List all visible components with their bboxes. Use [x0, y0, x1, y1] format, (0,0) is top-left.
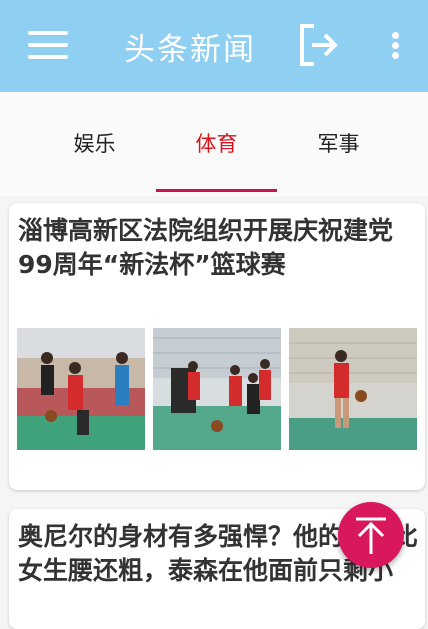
- scroll-to-top-button[interactable]: [338, 502, 404, 568]
- scroll-to-top-icon: [356, 517, 386, 554]
- logout-icon[interactable]: [298, 22, 340, 68]
- tab-military[interactable]: 军事: [278, 128, 399, 158]
- tab-sports[interactable]: 体育: [156, 128, 277, 158]
- news-card[interactable]: 淄博高新区法院组织开展庆祝建党99周年“新法杯”篮球赛: [9, 203, 425, 490]
- active-tab-indicator: [156, 189, 277, 192]
- app-bar: 头条新闻: [0, 0, 428, 92]
- more-vertical-icon[interactable]: [384, 26, 408, 64]
- tab-entertainment[interactable]: 娱乐: [34, 128, 155, 158]
- news-image[interactable]: [153, 328, 281, 450]
- news-title: 淄博高新区法院组织开展庆祝建党99周年“新法杯”篮球赛: [18, 216, 394, 279]
- news-image[interactable]: [289, 328, 417, 450]
- category-tabs: 娱乐 体育 军事: [0, 92, 428, 196]
- news-image[interactable]: [17, 328, 145, 450]
